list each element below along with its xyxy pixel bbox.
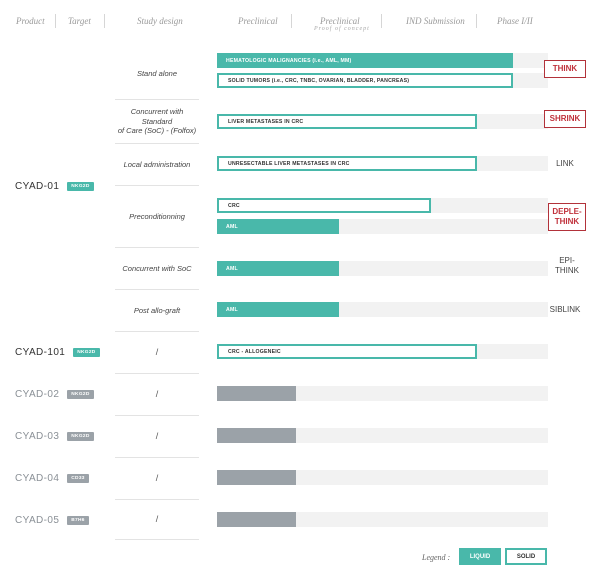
legend-title: Legend :: [422, 553, 451, 562]
bar-aml: AML: [217, 219, 339, 234]
target-badge: NKG2D: [73, 348, 100, 357]
bar-aml: AML: [217, 302, 339, 317]
design-label-line2: of Care (SoC) - (Folfox): [117, 126, 197, 136]
design-label-line1: Concurrent with Standard: [130, 107, 184, 126]
product-cyad-01: CYAD-01 NKG2D: [15, 181, 94, 192]
trial-epithink-line1: EPI-: [559, 256, 575, 265]
bar-crc-allogeneic: CRC - ALLOGENEIC: [217, 344, 477, 359]
product-name: CYAD-05: [15, 515, 60, 526]
product-name: CYAD-03: [15, 431, 60, 442]
bar-hematologic-malignancies: HEMATOLOGIC MALIGNANCIES (i.e., AML, MM): [217, 53, 513, 68]
bar-unresectable-liver-metastases: UNRESECTABLE LIVER METASTASES IN CRC: [217, 156, 477, 171]
design-concurrent-soc-folfox: Concurrent with Standard of Care (SoC) -…: [115, 100, 199, 144]
design-preconditioning: Preconditionning: [115, 186, 199, 248]
trial-epithink: EPI- THINK: [548, 256, 586, 276]
target-badge: NKG2D: [67, 182, 94, 191]
bar-crc: CRC: [217, 198, 431, 213]
bar-preclinical-grey: [217, 470, 296, 485]
legend-liquid: LIQUID: [459, 548, 501, 565]
header-divider: [291, 14, 292, 28]
header-divider: [55, 14, 56, 28]
trial-siblink: SIBLINK: [549, 305, 581, 314]
design-none: /: [115, 416, 199, 458]
header-target: Target: [68, 16, 91, 26]
header-product: Product: [16, 16, 45, 26]
trial-link: LINK: [556, 159, 574, 168]
header-preclinical-poc-sub: Proof of concept: [314, 26, 370, 32]
product-name: CYAD-04: [15, 473, 60, 484]
trial-deplethink: DEPLE- THINK: [548, 203, 586, 231]
design-stand-alone: Stand alone: [115, 48, 199, 100]
product-cyad-05: CYAD-05 B7H6: [15, 515, 89, 526]
target-badge: NKG2D: [67, 390, 94, 399]
header-divider: [104, 14, 105, 28]
design-none: /: [115, 374, 199, 416]
target-badge: B7H6: [67, 516, 89, 525]
product-cyad-04: CYAD-04 CD33: [15, 473, 89, 484]
design-none: /: [115, 332, 199, 374]
design-none: /: [115, 458, 199, 500]
design-none: /: [115, 500, 199, 540]
bar-preclinical-grey: [217, 386, 296, 401]
legend-solid: SOLID: [505, 548, 547, 565]
product-cyad-101: CYAD-101 NKG2D: [15, 347, 100, 358]
product-cyad-03: CYAD-03 NKG2D: [15, 431, 94, 442]
trial-epithink-line2: THINK: [555, 266, 579, 275]
trial-shrink: SHRINK: [544, 110, 586, 128]
trial-think: THINK: [544, 60, 586, 78]
bar-liver-metastases-crc: LIVER METASTASES IN CRC: [217, 114, 477, 129]
product-name: CYAD-02: [15, 389, 60, 400]
header-ind-submission: IND Submission: [406, 16, 465, 26]
design-local-administration: Local administration: [115, 144, 199, 186]
bar-aml: AML: [217, 261, 339, 276]
header-preclinical-poc: Preclinical: [320, 16, 360, 26]
trial-deplethink-line1: DEPLE-: [552, 207, 582, 216]
header-phase: Phase I/II: [497, 16, 533, 26]
product-name: CYAD-01: [15, 181, 60, 192]
product-name: CYAD-101: [15, 347, 66, 358]
header-divider: [381, 14, 382, 28]
header-study-design: Study design: [137, 16, 183, 26]
bar-solid-tumors: SOLID TUMORS (i.e., CRC, TNBC, OVARIAN, …: [217, 73, 513, 88]
bar-preclinical-grey: [217, 428, 296, 443]
target-badge: CD33: [67, 474, 89, 483]
target-badge: NKG2D: [67, 432, 94, 441]
header-preclinical: Preclinical: [238, 16, 278, 26]
header-divider: [476, 14, 477, 28]
design-post-allo-graft: Post allo-graft: [115, 290, 199, 332]
trial-deplethink-line2: THINK: [554, 217, 580, 226]
design-concurrent-soc: Concurrent with SoC: [115, 248, 199, 290]
bar-preclinical-grey: [217, 512, 296, 527]
product-cyad-02: CYAD-02 NKG2D: [15, 389, 94, 400]
